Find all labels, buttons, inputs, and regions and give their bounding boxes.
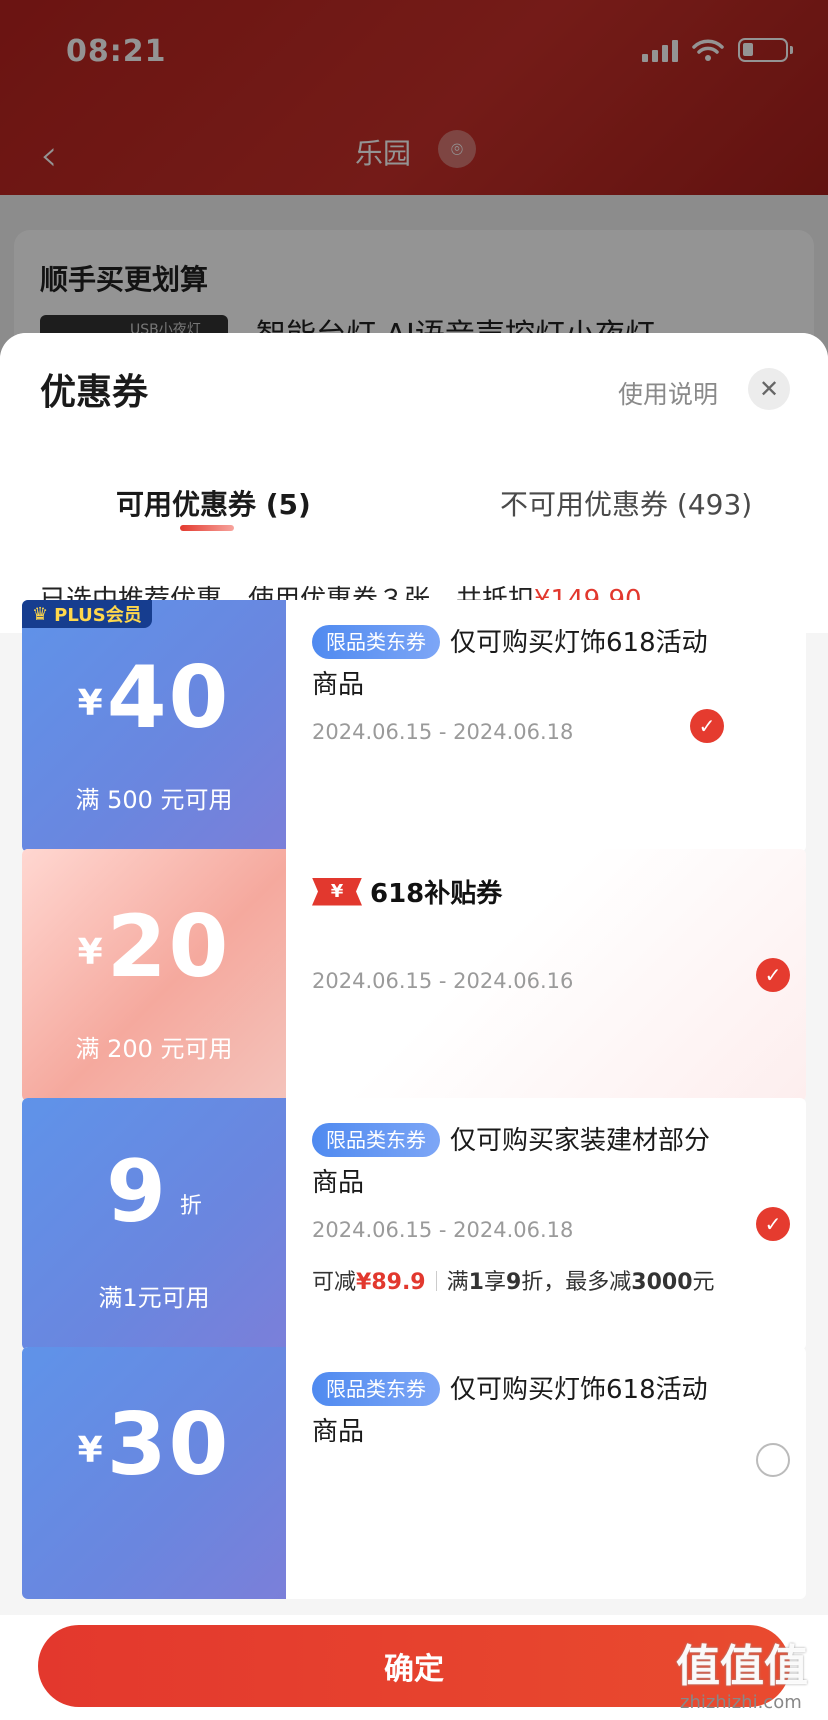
coupon-description: 限品类东券 仅可购买家装建材部分商品 bbox=[312, 1120, 722, 1204]
coupon-discount-detail: 可减¥89.9 满1享9折，最多减3000元 bbox=[312, 1264, 715, 1296]
coupon-condition: 满 200 元可用 bbox=[75, 1035, 233, 1063]
coupon-category-tag: 限品类东券 bbox=[312, 1123, 440, 1157]
close-button[interactable]: ✕ bbox=[748, 368, 790, 410]
coupon-checkbox-unchecked[interactable] bbox=[756, 1443, 790, 1477]
discount-amount: ¥89.9 bbox=[356, 1270, 426, 1295]
coupon-value: 40 bbox=[106, 648, 231, 748]
coupon-validity-date: 2024.06.15 - 2024.06.18 bbox=[312, 1218, 574, 1242]
close-icon: ✕ bbox=[758, 375, 780, 403]
subsidy-yen-icon: ¥ bbox=[312, 877, 362, 906]
coupon-category-tag: 限品类东券 bbox=[312, 625, 440, 659]
crown-icon: ♛ bbox=[32, 603, 49, 625]
coupon-amount: ¥30 bbox=[22, 1395, 286, 1495]
coupon-details: 限品类东券 仅可购买灯饰618活动商品 2024.06.15 - 2024.06.… bbox=[286, 600, 806, 852]
coupon-value: 30 bbox=[106, 1395, 231, 1495]
coupon-value: 20 bbox=[106, 897, 231, 997]
coupon-desc-cont: 商品 bbox=[312, 1417, 365, 1447]
coupon-card[interactable]: 9折 满1元可用 限品类东券 仅可购买家装建材部分 商品 2024.06.15 - … bbox=[22, 1098, 806, 1350]
coupon-value-panel: ¥20 满 200 元可用 bbox=[22, 849, 286, 1101]
coupon-condition: 满1元可用 bbox=[98, 1284, 210, 1312]
rule-f: 3000 bbox=[631, 1270, 693, 1295]
coupon-condition: 满 500 元可用 bbox=[75, 786, 233, 814]
rule-g: 元 bbox=[692, 1270, 715, 1295]
coupon-card[interactable]: ¥20 满 200 元可用 ¥618补贴券 2024.06.15 - 2024.… bbox=[22, 849, 806, 1101]
currency-symbol: ¥ bbox=[77, 932, 103, 973]
tab-unavailable[interactable]: 不可用优惠券 (493) bbox=[500, 483, 752, 523]
rule-e: 折，最多减 bbox=[521, 1270, 632, 1295]
coupon-amount: 9折 bbox=[22, 1142, 286, 1242]
coupon-category-tag: 限品类东券 bbox=[312, 1372, 440, 1406]
watermark-logo: 值值值 bbox=[676, 1641, 808, 1692]
coupon-value-panel: ♛ PLUS会员 ¥40 满 500 元可用 bbox=[22, 600, 286, 852]
coupon-validity-date: 2024.06.15 - 2024.06.16 bbox=[312, 969, 574, 993]
tab-available[interactable]: 可用优惠券 (5) bbox=[116, 483, 311, 523]
coupon-details: 限品类东券 仅可购买灯饰618活动商品 bbox=[286, 1347, 806, 1599]
sheet-title: 优惠券 bbox=[40, 372, 149, 413]
rule-c: 享 bbox=[483, 1270, 506, 1295]
subsidy-label: 618补贴券 bbox=[370, 879, 503, 909]
coupon-details: 限品类东券 仅可购买家装建材部分商品 2024.06.15 - 2024.06.1… bbox=[286, 1098, 806, 1350]
coupon-checkbox-checked[interactable]: ✓ bbox=[690, 709, 724, 743]
active-tab-indicator bbox=[180, 525, 234, 531]
currency-symbol: ¥ bbox=[77, 1430, 103, 1471]
coupon-description: 限品类东券 仅可购买灯饰618活动商品 bbox=[312, 622, 722, 706]
coupon-desc-cont: 商品 bbox=[312, 670, 365, 700]
discount-suffix: 折 bbox=[179, 1194, 202, 1219]
currency-symbol: ¥ bbox=[77, 683, 103, 724]
plus-badge-label: PLUS会员 bbox=[54, 605, 142, 626]
coupon-details: ¥618补贴券 2024.06.15 - 2024.06.16 bbox=[286, 849, 806, 1101]
coupon-sheet: 优惠券 使用说明 ✕ 可用优惠券 (5) 不可用优惠券 (493) 已选中推荐优… bbox=[0, 333, 828, 1720]
coupon-validity-date: 2024.06.15 - 2024.06.18 bbox=[312, 720, 574, 744]
rule-d: 9 bbox=[505, 1270, 522, 1295]
divider bbox=[435, 1271, 437, 1291]
subsidy-coupon-logo: ¥618补贴券 bbox=[312, 873, 502, 910]
coupon-amount: ¥40 bbox=[22, 648, 286, 748]
rule-a: 满 bbox=[446, 1270, 469, 1295]
sheet-header: 优惠券 使用说明 ✕ 可用优惠券 (5) 不可用优惠券 (493) 已选中推荐优… bbox=[0, 333, 828, 633]
coupon-card[interactable]: ¥30 限品类东券 仅可购买灯饰618活动商品 bbox=[22, 1347, 806, 1599]
coupon-description: 限品类东券 仅可购买灯饰618活动商品 bbox=[312, 1369, 722, 1453]
watermark-url: zhizhizhi.com bbox=[680, 1692, 802, 1713]
coupon-checkbox-checked[interactable]: ✓ bbox=[756, 958, 790, 992]
plus-member-badge: ♛ PLUS会员 bbox=[22, 600, 152, 628]
coupon-value-panel: 9折 满1元可用 bbox=[22, 1098, 286, 1350]
coupon-desc-main: 仅可购买灯饰618活动 bbox=[450, 628, 708, 658]
coupon-value-panel: ¥30 bbox=[22, 1347, 286, 1599]
usage-help-link[interactable]: 使用说明 bbox=[618, 375, 718, 411]
coupon-checkbox-checked[interactable]: ✓ bbox=[756, 1207, 790, 1241]
coupon-desc-cont: 商品 bbox=[312, 1168, 365, 1198]
coupon-desc-main: 仅可购买灯饰618活动 bbox=[450, 1375, 708, 1405]
coupon-card[interactable]: ♛ PLUS会员 ¥40 满 500 元可用 限品类东券 仅可购买灯饰618活动商品… bbox=[22, 600, 806, 852]
coupon-desc-main: 仅可购买家装建材部分 bbox=[450, 1126, 711, 1156]
coupon-amount: ¥20 bbox=[22, 897, 286, 997]
rule-b: 1 bbox=[468, 1270, 484, 1295]
discount-prefix: 可减 bbox=[312, 1270, 357, 1295]
coupon-value: 9 bbox=[106, 1142, 168, 1242]
